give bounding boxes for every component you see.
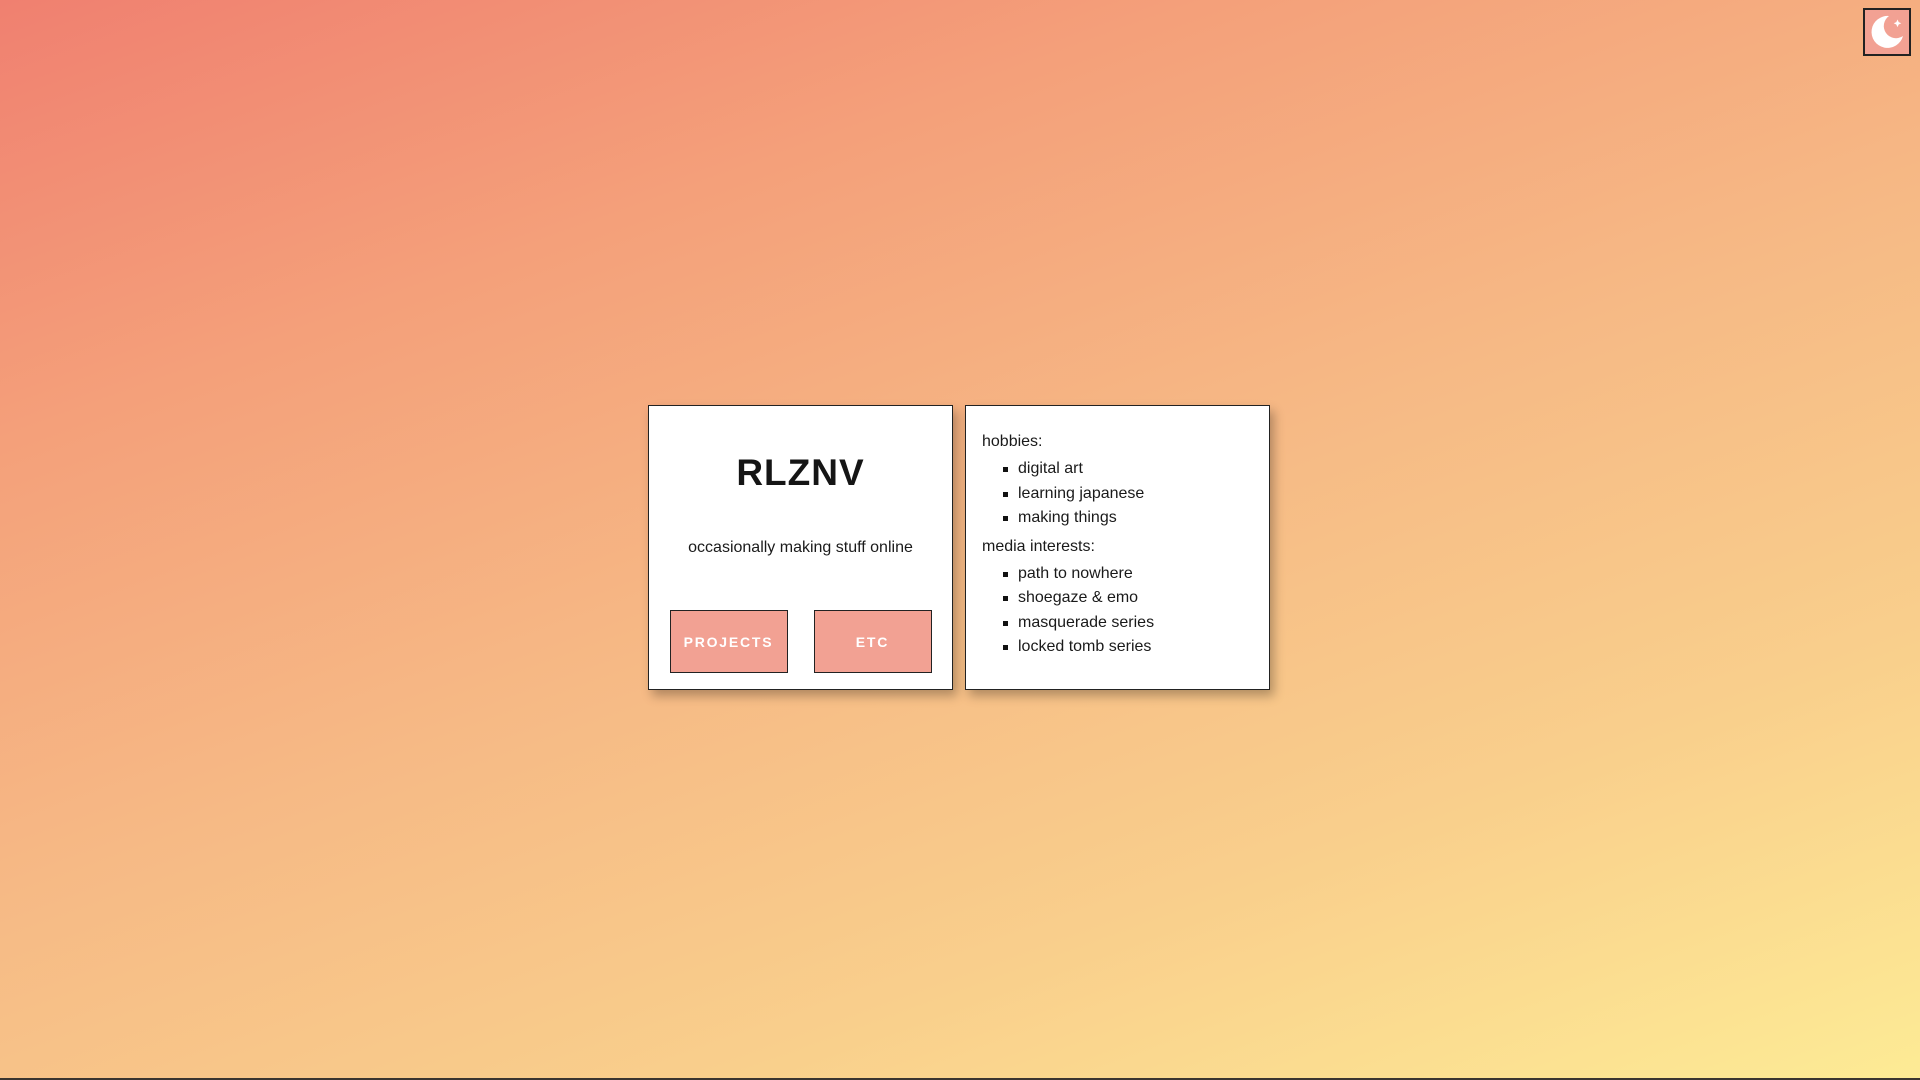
nav-buttons: PROJECTS ETC xyxy=(669,610,932,673)
cards-container: RLZNV occasionally making stuff online P… xyxy=(648,405,1270,690)
etc-button[interactable]: ETC xyxy=(813,610,932,673)
theme-toggle-button[interactable] xyxy=(1863,8,1911,56)
media-heading: media interests: xyxy=(982,537,1095,555)
info-card: hobbies: digital art learning japanese m… xyxy=(965,405,1270,690)
list-item: making things xyxy=(1002,506,1253,531)
list-item: learning japanese xyxy=(1002,482,1253,507)
list-item: shoegaze & emo xyxy=(1002,586,1253,611)
hobbies-list: digital art learning japanese making thi… xyxy=(982,457,1253,531)
tagline: occasionally making stuff online xyxy=(688,539,913,556)
profile-card: RLZNV occasionally making stuff online P… xyxy=(648,405,953,690)
hobbies-heading: hobbies: xyxy=(982,433,1043,450)
list-item: masquerade series xyxy=(1002,611,1253,636)
projects-button[interactable]: PROJECTS xyxy=(669,610,788,673)
media-list: path to nowhere shoegaze & emo masquerad… xyxy=(982,562,1253,660)
moon-icon xyxy=(1871,15,1903,48)
list-item: digital art xyxy=(1002,457,1253,482)
site-title: RLZNV xyxy=(736,452,865,493)
list-item: locked tomb series xyxy=(1002,635,1253,660)
list-item: path to nowhere xyxy=(1002,562,1253,587)
